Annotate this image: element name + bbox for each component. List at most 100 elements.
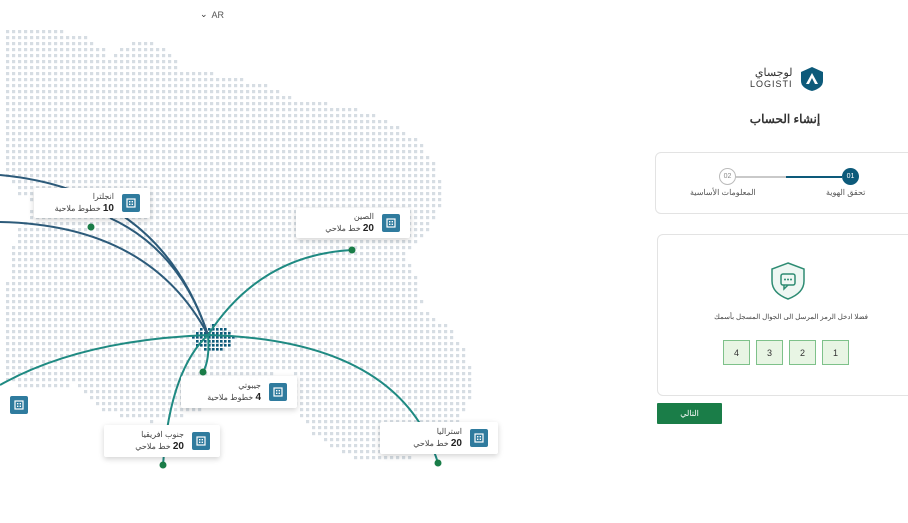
map-dot: [234, 372, 238, 376]
step-2-indicator[interactable]: 02: [719, 168, 736, 185]
map-dot: [84, 240, 88, 244]
map-dot: [18, 294, 22, 298]
map-dot: [12, 54, 16, 58]
map-dot: [102, 342, 106, 346]
step-1-indicator[interactable]: 01: [842, 168, 859, 185]
map-dot: [138, 396, 142, 400]
map-dot: [120, 330, 124, 334]
map-dot: [18, 72, 22, 76]
map-dot: [18, 240, 22, 244]
map-dot: [246, 276, 250, 280]
map-dot: [144, 324, 148, 328]
map-dot: [54, 258, 58, 262]
map-dot: [180, 348, 184, 352]
map-dot: [18, 324, 22, 328]
map-dot: [150, 186, 154, 190]
map-dot: [24, 36, 28, 40]
map-dot: [168, 102, 172, 106]
map-dot: [198, 360, 202, 364]
map-dot: [240, 204, 244, 208]
map-dot: [438, 180, 442, 184]
map-dot: [420, 324, 424, 328]
next-button[interactable]: التالي: [657, 403, 722, 424]
map-dot: [66, 312, 70, 316]
map-dot: [396, 288, 400, 292]
map-dot: [216, 156, 220, 160]
map-dot: [24, 180, 28, 184]
map-dot: [102, 108, 106, 112]
map-dot: [102, 324, 106, 328]
map-dot: [390, 342, 394, 346]
map-dot: [138, 90, 142, 94]
map-dot: [54, 246, 58, 250]
map-dot: [198, 228, 202, 232]
map-dot: [216, 294, 220, 298]
map-dot: [288, 354, 292, 358]
otp-digit-input-2[interactable]: 2: [789, 340, 816, 365]
map-dot: [150, 288, 154, 292]
map-dot: [120, 156, 124, 160]
map-dot: [18, 150, 22, 154]
map-dot: [372, 312, 376, 316]
map-dot: [348, 312, 352, 316]
map-dot: [354, 438, 358, 442]
map-dot: [312, 186, 316, 190]
map-dot: [72, 114, 76, 118]
map-dot: [312, 360, 316, 364]
map-dot: [66, 372, 70, 376]
map-dot: [132, 306, 136, 310]
map-dot: [366, 342, 370, 346]
map-dot: [348, 276, 352, 280]
map-dot: [390, 126, 394, 130]
map-dot: [204, 252, 208, 256]
map-dot: [342, 246, 346, 250]
map-dot: [270, 102, 274, 106]
map-dot: [300, 276, 304, 280]
otp-digit-input-1[interactable]: 1: [822, 340, 849, 365]
map-dot: [144, 180, 148, 184]
map-dot: [30, 78, 34, 82]
map-dot: [330, 156, 334, 160]
map-dot: [180, 120, 184, 124]
map-dot: [198, 168, 202, 172]
map-dot: [174, 60, 178, 64]
map-dot: [18, 96, 22, 100]
map-dot: [354, 324, 358, 328]
map-dot: [84, 372, 88, 376]
map-dot: [174, 228, 178, 232]
map-dot: [66, 258, 70, 262]
map-dot: [204, 156, 208, 160]
map-dot: [138, 246, 142, 250]
map-dot: [150, 408, 154, 412]
map-dot: [60, 306, 64, 310]
otp-digit-input-4[interactable]: 4: [723, 340, 750, 365]
map-dot: [132, 330, 136, 334]
map-dot: [312, 306, 316, 310]
map-dot: [96, 330, 100, 334]
map-dot: [426, 192, 430, 196]
map-dot: [114, 288, 118, 292]
map-dot: [216, 186, 220, 190]
map-dot: [90, 294, 94, 298]
map-dot: [150, 174, 154, 178]
map-dot: [390, 204, 394, 208]
map-dot: [462, 348, 466, 352]
map-dot: [186, 258, 190, 262]
map-dot: [6, 330, 10, 334]
map-dot: [336, 108, 340, 112]
map-dot: [312, 426, 316, 430]
map-dot: [72, 90, 76, 94]
map-dot: [306, 180, 310, 184]
map-dot: [252, 354, 256, 358]
map-dot: [54, 282, 58, 286]
otp-digit-input-3[interactable]: 3: [756, 340, 783, 365]
map-dot: [30, 168, 34, 172]
map-dot: [372, 336, 376, 340]
map-dot: [210, 114, 214, 118]
map-dot: [108, 246, 112, 250]
map-dot: [330, 108, 334, 112]
map-dot: [180, 210, 184, 214]
map-dot: [72, 42, 76, 46]
map-dot: [414, 348, 418, 352]
map-dot: [384, 240, 388, 244]
